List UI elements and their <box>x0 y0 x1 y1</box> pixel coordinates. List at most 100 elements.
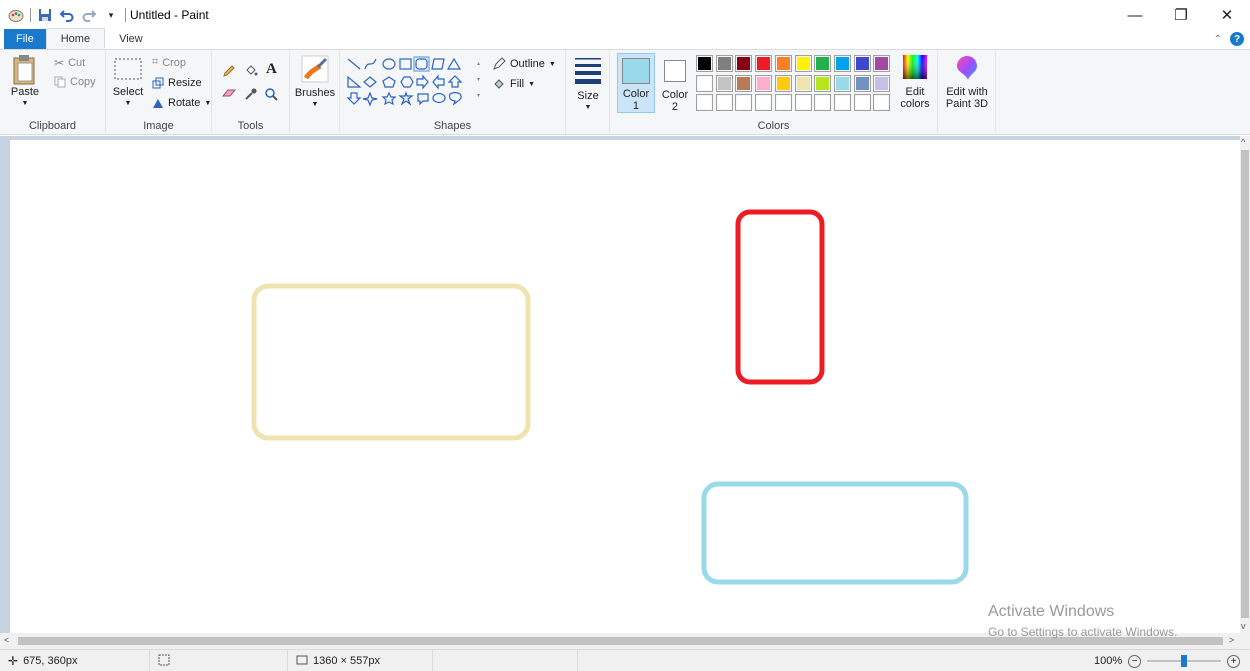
resize-icon <box>152 77 164 89</box>
scroll-right-icon[interactable]: > <box>1229 635 1234 645</box>
color-spectrum-icon <box>903 55 927 79</box>
vertical-scroll-thumb[interactable] <box>1241 150 1249 618</box>
cut-button[interactable]: ✂ Cut <box>54 56 85 70</box>
drawing-canvas[interactable] <box>10 140 1240 634</box>
palette-swatch[interactable] <box>853 94 871 111</box>
copy-label: Copy <box>70 76 96 88</box>
scroll-left-icon[interactable]: < <box>4 635 9 645</box>
fill-label: Fill <box>510 78 525 90</box>
text-tool-icon[interactable]: A <box>266 61 277 78</box>
chevron-down-icon: ▼ <box>548 60 556 68</box>
color-picker-icon[interactable] <box>244 87 258 104</box>
palette-swatch[interactable] <box>794 74 812 92</box>
eraser-icon[interactable] <box>221 88 237 103</box>
zoom-slider-thumb[interactable] <box>1181 655 1188 667</box>
select-icon <box>114 58 142 80</box>
fill-button[interactable]: Fill ▼ <box>492 77 535 91</box>
palette-swatch[interactable] <box>696 94 713 111</box>
palette-swatch[interactable] <box>873 55 891 72</box>
customize-toolbar-icon[interactable]: ▾ <box>103 7 119 23</box>
palette-swatch[interactable] <box>715 74 733 92</box>
palette-swatch[interactable] <box>735 74 753 92</box>
palette-swatch[interactable] <box>833 94 851 111</box>
palette-swatch[interactable] <box>833 55 851 72</box>
palette-swatch[interactable] <box>853 55 871 72</box>
chevron-down-icon: ▼ <box>311 101 319 108</box>
tab-home[interactable]: Home <box>45 28 106 49</box>
palette-swatch-color <box>796 96 810 109</box>
zoom-in-button[interactable]: + <box>1227 654 1241 668</box>
red-rounded-rectangle[interactable] <box>735 209 825 385</box>
shapes-gallery[interactable] <box>346 56 486 108</box>
undo-icon[interactable] <box>59 7 75 23</box>
scroll-down-icon[interactable]: v <box>1241 621 1246 631</box>
palette-swatch[interactable] <box>715 55 733 72</box>
edit-with-paint3d-button[interactable]: Edit with Paint 3D <box>942 54 992 110</box>
palette-swatch[interactable] <box>755 74 773 92</box>
minimize-button[interactable]: — <box>1112 0 1158 30</box>
color1-button[interactable]: Color 1 <box>617 53 655 113</box>
tab-view[interactable]: View <box>105 29 157 49</box>
yellow-rounded-rectangle[interactable] <box>251 283 531 441</box>
paste-button[interactable]: Paste ▼ <box>6 54 44 110</box>
size-button[interactable]: Size ▼ <box>570 56 606 114</box>
palette-swatch[interactable] <box>814 94 832 111</box>
rotate-button[interactable]: Rotate ▼ <box>152 97 211 109</box>
title-bar: ▾ Untitled - Paint — ❐ ✕ <box>0 0 1250 30</box>
redo-icon[interactable] <box>81 7 97 23</box>
palette-swatch[interactable] <box>715 94 733 111</box>
palette-swatch-color <box>737 76 751 90</box>
palette-swatch[interactable] <box>755 55 773 72</box>
help-icon[interactable]: ? <box>1230 32 1244 46</box>
zoom-slider[interactable] <box>1147 655 1222 667</box>
palette-swatch[interactable] <box>833 74 851 92</box>
tab-file[interactable]: File <box>4 29 46 49</box>
watermark-title: Activate Windows <box>988 603 1115 620</box>
palette-swatch[interactable] <box>774 55 792 72</box>
palette-swatch[interactable] <box>814 74 832 92</box>
palette-swatch[interactable] <box>794 94 812 111</box>
copy-button[interactable]: Copy <box>54 76 96 88</box>
palette-swatch[interactable] <box>873 94 891 111</box>
select-button[interactable]: Select ▼ <box>110 58 146 110</box>
palette-swatch[interactable] <box>696 74 713 92</box>
edit-colors-button[interactable]: Edit colors <box>898 54 932 110</box>
palette-swatch[interactable] <box>735 94 753 111</box>
collapse-ribbon-icon[interactable]: ⌃ <box>1214 34 1222 45</box>
quick-access-toolbar: ▾ <box>0 0 126 30</box>
shapes-gallery-scroll[interactable]: ▴ ▾ ▾ <box>477 56 485 106</box>
outline-button[interactable]: Outline ▼ <box>492 57 556 71</box>
palette-swatch[interactable] <box>873 74 891 92</box>
image-group-label: Image <box>143 120 174 132</box>
fill-bucket-icon[interactable] <box>244 64 258 81</box>
color2-button[interactable]: Color 2 <box>658 53 692 113</box>
scroll-up-icon[interactable]: ^ <box>1241 137 1245 147</box>
magnifier-icon[interactable] <box>264 87 278 104</box>
palette-swatch[interactable] <box>814 55 832 72</box>
resize-button[interactable]: Resize <box>152 77 202 89</box>
window-controls: — ❐ ✕ <box>1112 0 1250 30</box>
color1-label: Color 1 <box>622 88 650 112</box>
restore-button[interactable]: ❐ <box>1158 0 1204 30</box>
palette-swatch[interactable] <box>853 74 871 92</box>
save-icon[interactable] <box>37 7 53 23</box>
paint-app-icon[interactable] <box>8 7 24 23</box>
palette-swatch-color <box>816 96 830 109</box>
palette-swatch[interactable] <box>696 55 713 72</box>
status-cell-empty <box>433 650 578 671</box>
palette-swatch[interactable] <box>794 55 812 72</box>
size-group: Size ▼ <box>566 50 610 135</box>
close-button[interactable]: ✕ <box>1204 0 1250 30</box>
brushes-button[interactable]: Brushes ▼ <box>294 54 336 111</box>
pencil-icon[interactable] <box>222 64 236 81</box>
vertical-scrollbar[interactable]: ^ v <box>1240 136 1250 633</box>
palette-swatch[interactable] <box>774 74 792 92</box>
palette-swatch-color <box>776 76 790 90</box>
blue-rounded-rectangle[interactable] <box>701 481 969 585</box>
crop-button[interactable]: ⌗ Crop <box>152 56 186 69</box>
separator <box>125 8 126 22</box>
palette-swatch[interactable] <box>735 55 753 72</box>
palette-swatch[interactable] <box>755 94 773 111</box>
zoom-out-button[interactable]: − <box>1128 654 1142 668</box>
palette-swatch[interactable] <box>774 94 792 111</box>
